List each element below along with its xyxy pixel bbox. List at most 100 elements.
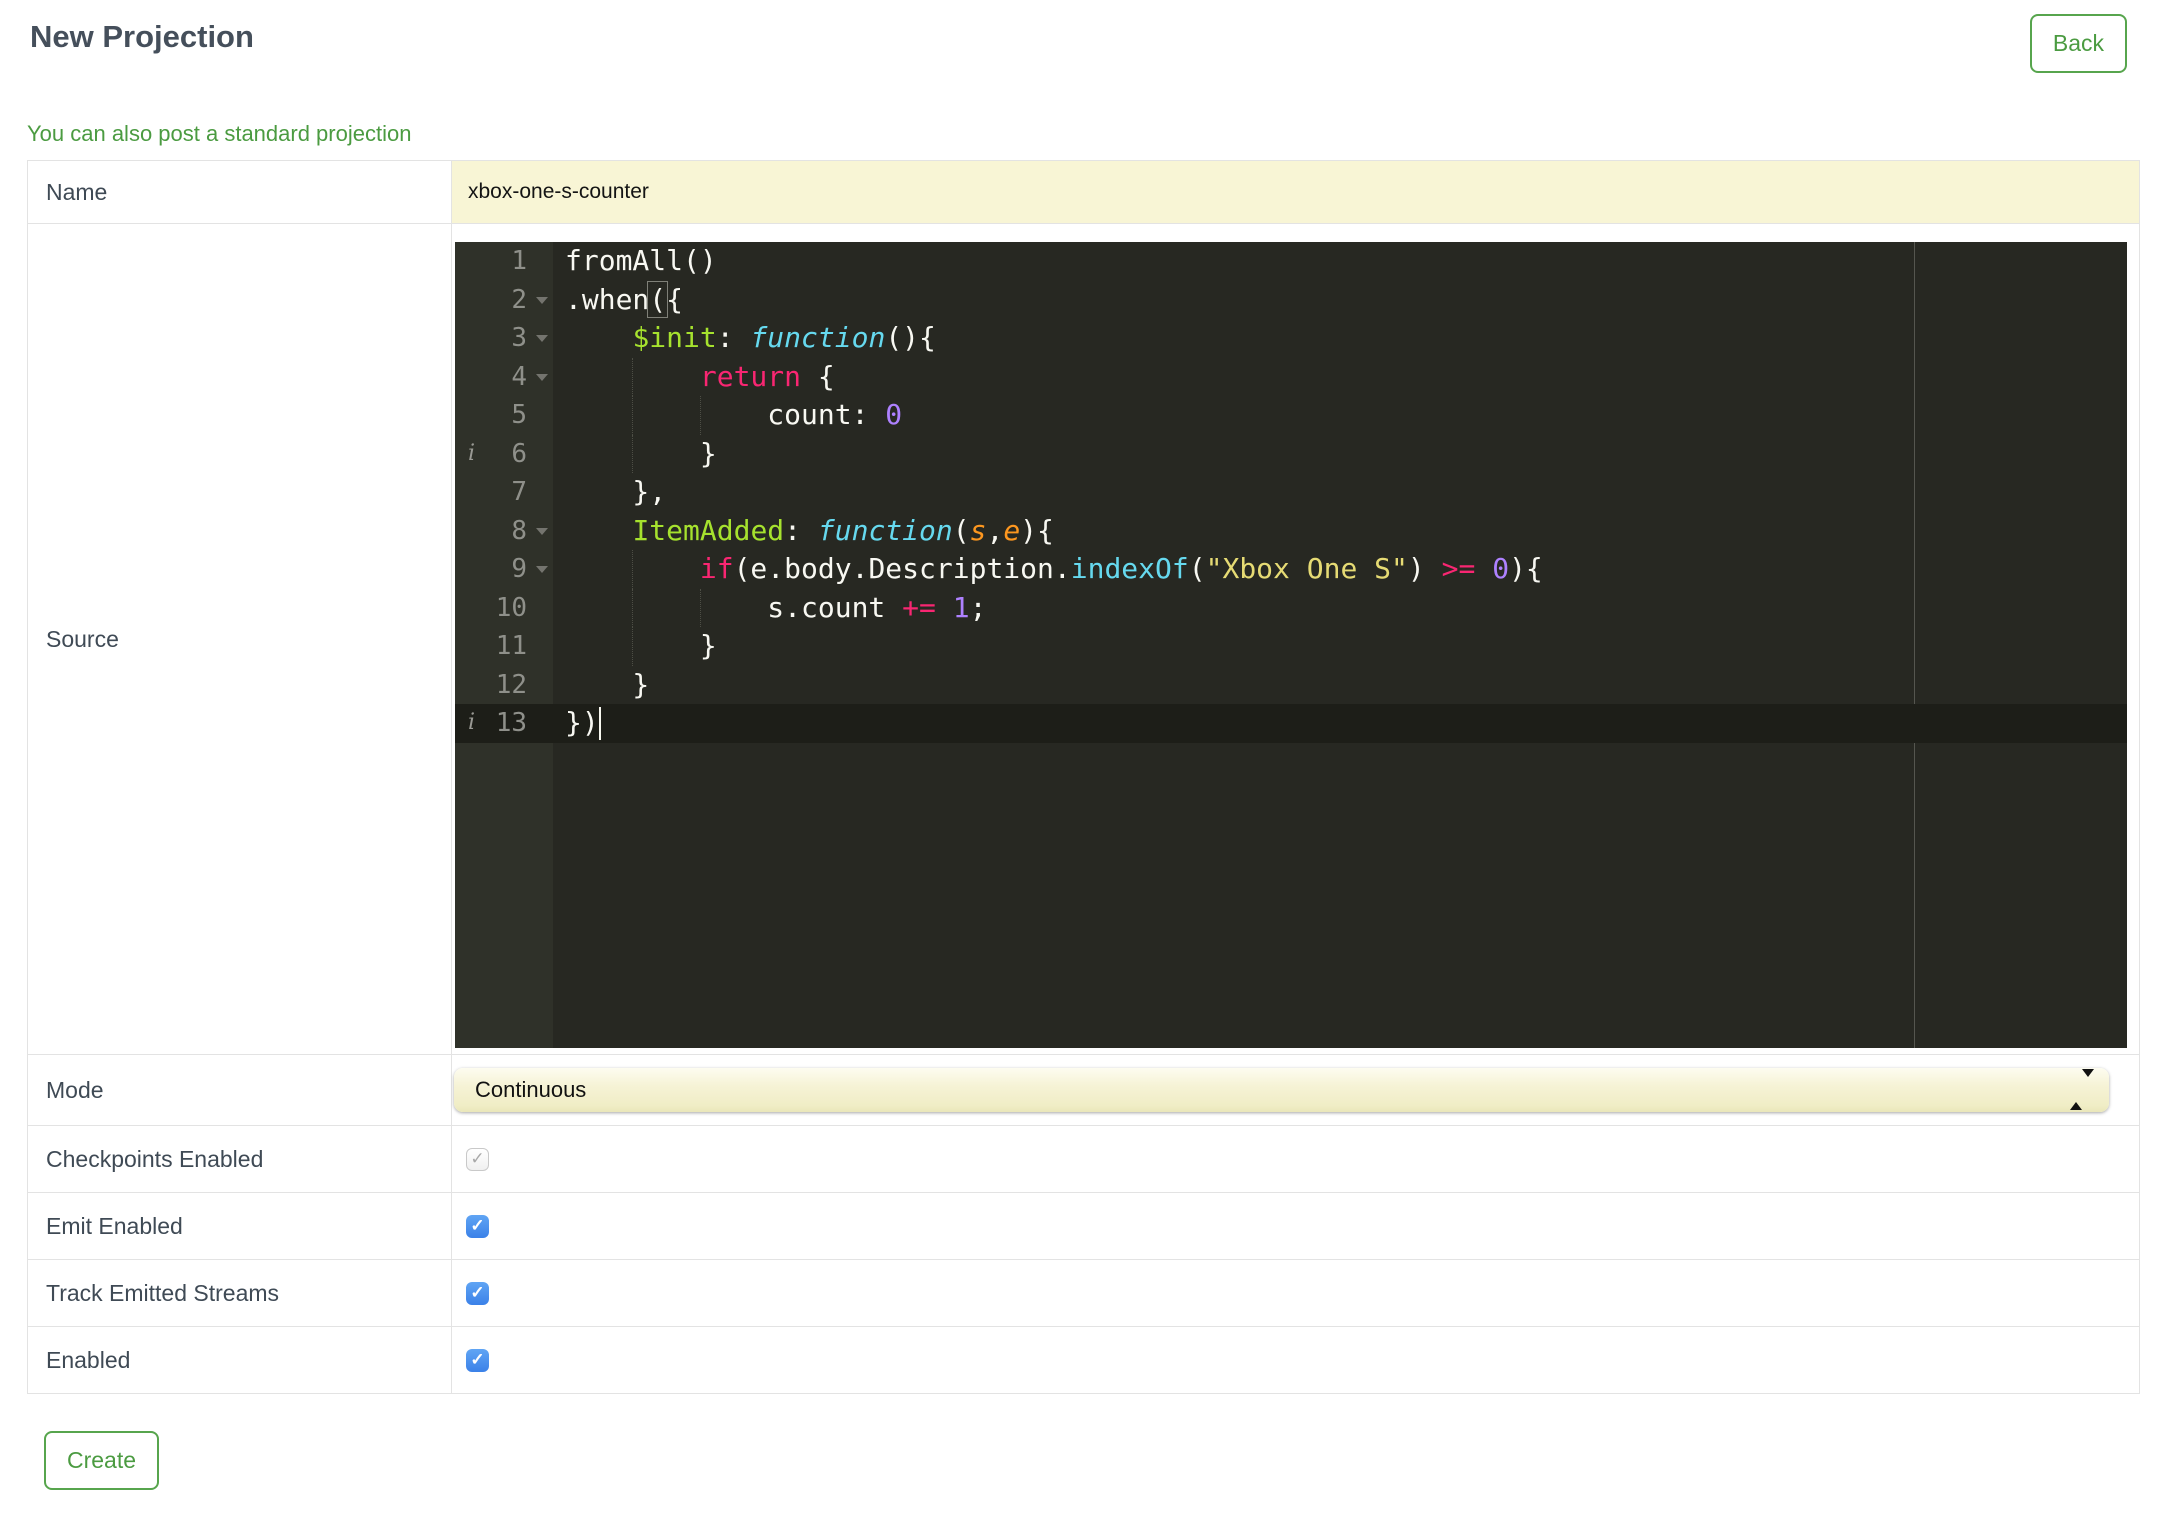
gutter-row: 12	[455, 666, 553, 705]
code-token: return	[699, 359, 802, 393]
fold-arrow-icon[interactable]	[536, 527, 548, 535]
code-token: :	[716, 321, 751, 354]
code-token: fromAll()	[565, 244, 717, 277]
gutter-row: 11	[455, 627, 553, 666]
code-token: {	[666, 282, 684, 316]
mode-select[interactable]: Continuous	[454, 1068, 2109, 1112]
name-input[interactable]: xbox-one-s-counter	[452, 161, 2139, 223]
code-token: .when	[565, 282, 650, 316]
code-line: fromAll()	[553, 242, 2127, 281]
fold-arrow-icon[interactable]	[536, 296, 548, 304]
checkpoints-enabled-label: Checkpoints Enabled	[28, 1126, 452, 1192]
fold-arrow-icon[interactable]	[536, 566, 548, 573]
info-annotation-icon: i	[468, 710, 476, 735]
code-line: s.count += 1;	[553, 588, 2127, 627]
code-token: +=	[902, 590, 936, 624]
code-token: if	[699, 552, 734, 585]
source-label: Source	[28, 224, 452, 1054]
code-token: :	[784, 513, 818, 547]
gutter-row: 8	[455, 512, 553, 551]
line-number: 12	[495, 669, 527, 700]
code-token: (e.body.Description.	[733, 552, 1071, 585]
code-token: function	[750, 321, 886, 354]
gutter-row: 10	[455, 589, 553, 628]
indent-guide	[632, 627, 634, 666]
code-line: .when({	[553, 280, 2127, 320]
code-token: },	[565, 475, 667, 508]
code-token: >=	[1441, 552, 1476, 585]
code-token: ,	[986, 513, 1004, 547]
gutter-row: i 13	[455, 704, 553, 743]
code-line: count: 0	[553, 396, 2127, 435]
code-token: ;	[969, 590, 987, 624]
gutter-row: 5	[455, 396, 553, 435]
name-label: Name	[28, 161, 452, 223]
code-token: s.count	[565, 590, 903, 624]
code-token: }	[565, 629, 717, 662]
indent-guide	[632, 357, 634, 396]
code-line: if(e.body.Description.indexOf("Xbox One …	[553, 550, 2127, 589]
code-token: $init	[632, 321, 717, 354]
indent-guide	[699, 588, 701, 627]
select-stepper-icon	[2070, 1069, 2094, 1110]
emit-enabled-label: Emit Enabled	[28, 1193, 452, 1259]
page-header: New Projection Back	[0, 0, 2166, 99]
line-number: 11	[495, 631, 527, 661]
enabled-checkbox[interactable]: ✓	[466, 1348, 489, 1372]
checkmark-icon: ✓	[470, 1216, 485, 1235]
line-number: 1	[511, 246, 527, 276]
code-token: s	[969, 513, 987, 547]
gutter-row: i6	[455, 435, 553, 474]
code-editor[interactable]: 1 2 3 4 5 i 6 7 8 9 10 11 12 i 13 fromAll() .when({ $in…	[455, 242, 2127, 1048]
gutter-row: 4	[455, 358, 553, 397]
standard-projection-link[interactable]: You can also post a standard projection	[27, 121, 411, 147]
text-cursor	[598, 707, 601, 740]
code-line: }	[553, 434, 2127, 473]
track-emitted-streams-checkbox[interactable]: ✓	[466, 1281, 489, 1305]
emit-enabled-checkbox[interactable]: ✓	[466, 1214, 489, 1238]
projection-form: Name xbox-one-s-counter Source 12345i678…	[27, 160, 2140, 1394]
checkmark-icon: ✓	[470, 1350, 485, 1369]
select-down-arrow-icon	[2082, 1069, 2094, 1108]
code-token: function	[817, 513, 953, 547]
gutter-row: 2	[455, 281, 553, 320]
code-token: 0	[885, 398, 903, 431]
back-button[interactable]: Back	[2029, 14, 2127, 74]
code-token: }	[565, 436, 717, 470]
code-token: }	[565, 667, 650, 701]
code-token: (){	[885, 321, 936, 354]
code-token: (	[1188, 552, 1206, 585]
code-token: e	[1003, 513, 1021, 547]
fold-arrow-icon[interactable]	[536, 335, 548, 342]
code-line: return {	[553, 357, 2127, 396]
line-number: 7	[511, 477, 527, 507]
name-row: Name xbox-one-s-counter	[28, 161, 2139, 224]
track-emitted-streams-row: Track Emitted Streams ✓	[28, 1260, 2139, 1327]
code-token: count:	[565, 398, 886, 431]
code-token: indexOf	[1070, 552, 1189, 585]
code-token: })	[565, 706, 599, 739]
checkpoints-enabled-checkbox: ✓	[466, 1147, 489, 1171]
indent-guide	[632, 588, 634, 627]
code-line: $init: function(){	[553, 319, 2127, 358]
enabled-row: Enabled ✓	[28, 1327, 2139, 1393]
fold-arrow-icon[interactable]	[536, 373, 548, 381]
code-line: })	[553, 704, 2127, 743]
editor-code: fromAll() .when({ $init: function(){ retu…	[553, 242, 2127, 743]
gutter-row: 7	[455, 473, 553, 512]
indent-guide	[632, 434, 634, 473]
mode-select-value: Continuous	[475, 1077, 587, 1102]
code-token: ItemAdded	[632, 513, 785, 547]
code-line: }	[553, 627, 2127, 666]
code-token: )	[1407, 552, 1442, 585]
code-token: 1	[952, 590, 970, 624]
source-row: Source 1 2 3 4 5 i 6 7 8 9 10 11 12 i 13 fromAll() .whe…	[28, 224, 2139, 1055]
create-button[interactable]: Create	[44, 1431, 160, 1491]
select-up-arrow-icon	[2070, 1071, 2082, 1110]
mode-row: Mode Continuous	[28, 1055, 2139, 1126]
checkmark-icon: ✓	[470, 1149, 485, 1168]
